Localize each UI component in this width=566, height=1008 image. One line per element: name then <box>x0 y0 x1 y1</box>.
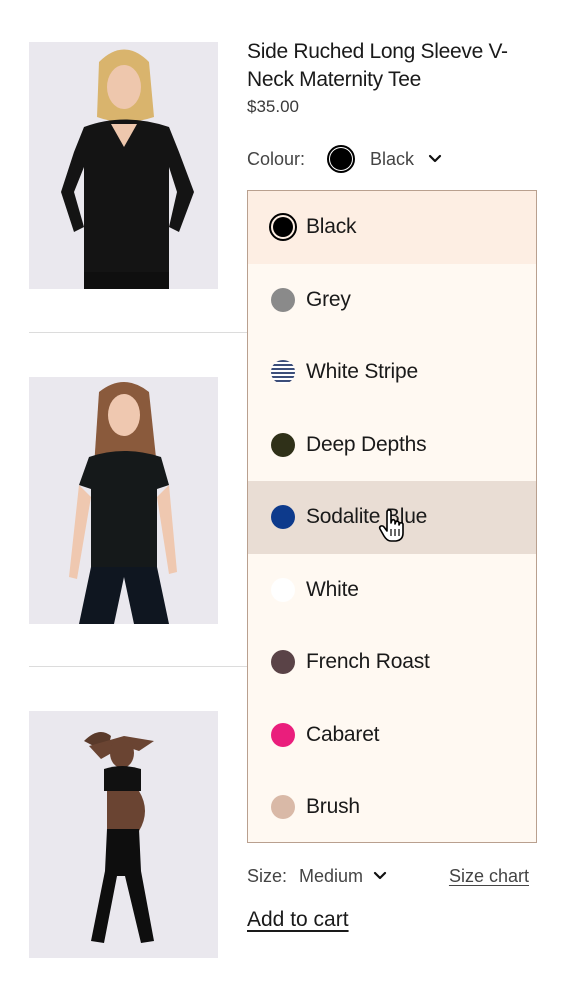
swatch-deep-depths <box>271 432 295 457</box>
swatch-black <box>269 213 297 242</box>
colour-option-brush[interactable]: Brush <box>248 771 536 842</box>
colour-option-label: Brush <box>306 795 360 819</box>
colour-option-label: Grey <box>306 287 351 311</box>
swatch-sodalite-blue <box>271 505 295 530</box>
swatch-grey <box>271 287 295 312</box>
hand-pointer-icon <box>378 509 404 542</box>
colour-option-deep-depths[interactable]: Deep Depths <box>248 409 536 482</box>
colour-selector[interactable]: Colour: Black <box>247 143 442 175</box>
selected-colour-value: Black <box>370 148 415 169</box>
colour-option-white[interactable]: White <box>248 554 536 627</box>
size-label: Size: <box>247 865 288 886</box>
selected-colour-swatch <box>327 145 356 173</box>
product-image-leggings[interactable] <box>29 711 218 958</box>
chevron-down-icon[interactable] <box>428 154 442 164</box>
size-dropdown[interactable]: Medium <box>299 866 363 887</box>
product-price: $35.00 <box>247 97 299 116</box>
swatch-white-stripe <box>271 360 295 385</box>
colour-option-label: Black <box>306 215 357 239</box>
colour-option-label: Sodalite Blue <box>306 505 428 529</box>
swatch-french-roast <box>271 650 295 675</box>
swatch-white <box>271 577 295 602</box>
add-to-cart-button[interactable]: Add to cart <box>247 908 349 932</box>
colour-option-label: White Stripe <box>306 360 418 384</box>
model-photo-short-sleeve <box>29 377 218 624</box>
divider <box>29 332 247 333</box>
colour-option-label: Cabaret <box>306 722 380 746</box>
colour-option-grey[interactable]: Grey <box>248 264 536 337</box>
model-photo-black-long-sleeve <box>29 42 218 289</box>
colour-option-french-roast[interactable]: French Roast <box>248 626 536 699</box>
product-title[interactable]: Side Ruched Long Sleeve V-Neck Maternity… <box>247 38 547 94</box>
colour-option-label: White <box>306 577 359 601</box>
model-photo-leggings <box>29 711 218 958</box>
colour-option-label: French Roast <box>306 650 430 674</box>
swatch-cabaret <box>271 722 295 747</box>
size-chart-link[interactable]: Size chart <box>449 866 529 887</box>
product-image-long-sleeve-tee[interactable] <box>29 42 218 289</box>
colour-option-black[interactable]: Black <box>248 191 536 264</box>
colour-option-cabaret[interactable]: Cabaret <box>248 699 536 772</box>
colour-option-label: Deep Depths <box>306 432 427 456</box>
chevron-down-icon[interactable] <box>373 871 387 881</box>
divider <box>29 666 247 667</box>
product-image-short-sleeve-tee[interactable] <box>29 377 218 624</box>
colour-label: Colour: <box>247 148 306 169</box>
swatch-brush <box>271 795 295 820</box>
size-selector-row: Size: Medium Size chart <box>247 862 537 890</box>
colour-option-white-stripe[interactable]: White Stripe <box>248 336 536 409</box>
